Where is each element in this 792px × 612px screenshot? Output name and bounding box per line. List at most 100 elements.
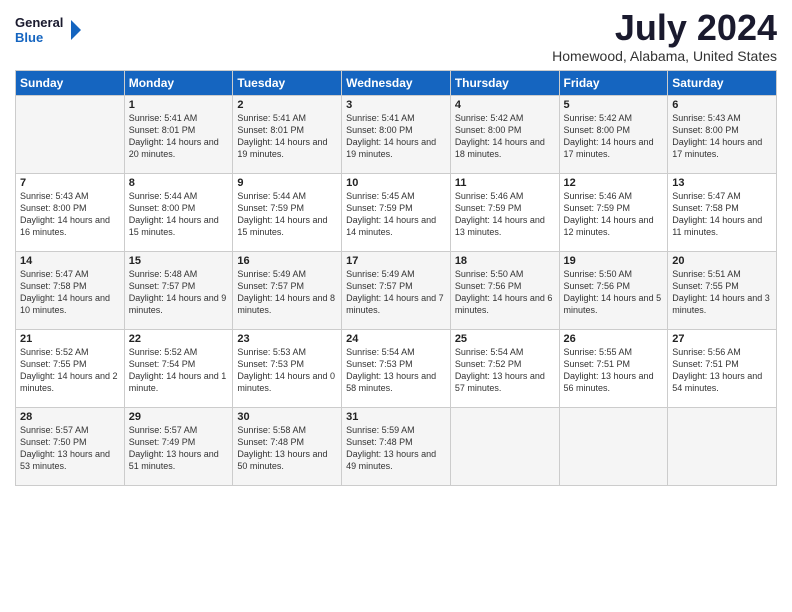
day-number: 23 — [237, 333, 337, 345]
cell-content: Sunrise: 5:44 AMSunset: 7:59 PMDaylight:… — [237, 190, 337, 239]
table-cell: 18 Sunrise: 5:50 AMSunset: 7:56 PMDaylig… — [450, 252, 559, 330]
day-number: 6 — [672, 99, 772, 111]
cell-content: Sunrise: 5:49 AMSunset: 7:57 PMDaylight:… — [237, 268, 337, 317]
cell-content: Sunrise: 5:46 AMSunset: 7:59 PMDaylight:… — [455, 190, 555, 239]
col-monday: Monday — [124, 71, 233, 96]
day-number: 31 — [346, 411, 446, 423]
cell-content: Sunrise: 5:51 AMSunset: 7:55 PMDaylight:… — [672, 268, 772, 317]
cell-content: Sunrise: 5:43 AMSunset: 8:00 PMDaylight:… — [20, 190, 120, 239]
table-cell: 3 Sunrise: 5:41 AMSunset: 8:00 PMDayligh… — [342, 96, 451, 174]
col-tuesday: Tuesday — [233, 71, 342, 96]
cell-content: Sunrise: 5:45 AMSunset: 7:59 PMDaylight:… — [346, 190, 446, 239]
day-number: 15 — [129, 255, 229, 267]
day-number: 20 — [672, 255, 772, 267]
table-cell: 16 Sunrise: 5:49 AMSunset: 7:57 PMDaylig… — [233, 252, 342, 330]
cell-content: Sunrise: 5:42 AMSunset: 8:00 PMDaylight:… — [455, 112, 555, 161]
day-number: 8 — [129, 177, 229, 189]
logo: General Blue — [15, 10, 85, 50]
table-cell: 26 Sunrise: 5:55 AMSunset: 7:51 PMDaylig… — [559, 330, 668, 408]
cell-content: Sunrise: 5:46 AMSunset: 7:59 PMDaylight:… — [564, 190, 664, 239]
cell-content: Sunrise: 5:58 AMSunset: 7:48 PMDaylight:… — [237, 424, 337, 473]
table-row: 21 Sunrise: 5:52 AMSunset: 7:55 PMDaylig… — [16, 330, 777, 408]
cell-content: Sunrise: 5:41 AMSunset: 8:01 PMDaylight:… — [129, 112, 229, 161]
day-number: 3 — [346, 99, 446, 111]
table-cell: 21 Sunrise: 5:52 AMSunset: 7:55 PMDaylig… — [16, 330, 125, 408]
day-number: 1 — [129, 99, 229, 111]
day-number: 29 — [129, 411, 229, 423]
table-cell: 5 Sunrise: 5:42 AMSunset: 8:00 PMDayligh… — [559, 96, 668, 174]
table-row: 7 Sunrise: 5:43 AMSunset: 8:00 PMDayligh… — [16, 174, 777, 252]
cell-content: Sunrise: 5:57 AMSunset: 7:50 PMDaylight:… — [20, 424, 120, 473]
cell-content: Sunrise: 5:56 AMSunset: 7:51 PMDaylight:… — [672, 346, 772, 395]
table-cell: 7 Sunrise: 5:43 AMSunset: 8:00 PMDayligh… — [16, 174, 125, 252]
table-cell: 22 Sunrise: 5:52 AMSunset: 7:54 PMDaylig… — [124, 330, 233, 408]
table-cell: 31 Sunrise: 5:59 AMSunset: 7:48 PMDaylig… — [342, 408, 451, 486]
table-cell: 10 Sunrise: 5:45 AMSunset: 7:59 PMDaylig… — [342, 174, 451, 252]
table-cell: 13 Sunrise: 5:47 AMSunset: 7:58 PMDaylig… — [668, 174, 777, 252]
cell-content: Sunrise: 5:57 AMSunset: 7:49 PMDaylight:… — [129, 424, 229, 473]
day-number: 13 — [672, 177, 772, 189]
cell-content: Sunrise: 5:50 AMSunset: 7:56 PMDaylight:… — [564, 268, 664, 317]
col-thursday: Thursday — [450, 71, 559, 96]
cell-content: Sunrise: 5:50 AMSunset: 7:56 PMDaylight:… — [455, 268, 555, 317]
table-cell — [668, 408, 777, 486]
day-number: 10 — [346, 177, 446, 189]
cell-content: Sunrise: 5:52 AMSunset: 7:55 PMDaylight:… — [20, 346, 120, 395]
cell-content: Sunrise: 5:55 AMSunset: 7:51 PMDaylight:… — [564, 346, 664, 395]
day-number: 22 — [129, 333, 229, 345]
table-cell — [450, 408, 559, 486]
table-cell: 17 Sunrise: 5:49 AMSunset: 7:57 PMDaylig… — [342, 252, 451, 330]
day-number: 18 — [455, 255, 555, 267]
day-number: 4 — [455, 99, 555, 111]
cell-content: Sunrise: 5:49 AMSunset: 7:57 PMDaylight:… — [346, 268, 446, 317]
day-number: 12 — [564, 177, 664, 189]
day-number: 9 — [237, 177, 337, 189]
location: Homewood, Alabama, United States — [552, 48, 777, 64]
day-number: 2 — [237, 99, 337, 111]
table-cell: 28 Sunrise: 5:57 AMSunset: 7:50 PMDaylig… — [16, 408, 125, 486]
table-cell: 8 Sunrise: 5:44 AMSunset: 8:00 PMDayligh… — [124, 174, 233, 252]
day-number: 11 — [455, 177, 555, 189]
cell-content: Sunrise: 5:53 AMSunset: 7:53 PMDaylight:… — [237, 346, 337, 395]
table-cell: 19 Sunrise: 5:50 AMSunset: 7:56 PMDaylig… — [559, 252, 668, 330]
cell-content: Sunrise: 5:44 AMSunset: 8:00 PMDaylight:… — [129, 190, 229, 239]
title-block: July 2024 Homewood, Alabama, United Stat… — [552, 10, 777, 64]
table-cell — [16, 96, 125, 174]
day-number: 30 — [237, 411, 337, 423]
day-number: 7 — [20, 177, 120, 189]
month-year: July 2024 — [552, 10, 777, 46]
cell-content: Sunrise: 5:54 AMSunset: 7:53 PMDaylight:… — [346, 346, 446, 395]
table-cell: 25 Sunrise: 5:54 AMSunset: 7:52 PMDaylig… — [450, 330, 559, 408]
day-number: 14 — [20, 255, 120, 267]
table-cell: 23 Sunrise: 5:53 AMSunset: 7:53 PMDaylig… — [233, 330, 342, 408]
table-cell: 6 Sunrise: 5:43 AMSunset: 8:00 PMDayligh… — [668, 96, 777, 174]
col-sunday: Sunday — [16, 71, 125, 96]
day-number: 16 — [237, 255, 337, 267]
header-row: Sunday Monday Tuesday Wednesday Thursday… — [16, 71, 777, 96]
day-number: 19 — [564, 255, 664, 267]
table-cell: 20 Sunrise: 5:51 AMSunset: 7:55 PMDaylig… — [668, 252, 777, 330]
svg-text:Blue: Blue — [15, 30, 43, 45]
cell-content: Sunrise: 5:43 AMSunset: 8:00 PMDaylight:… — [672, 112, 772, 161]
table-cell: 1 Sunrise: 5:41 AMSunset: 8:01 PMDayligh… — [124, 96, 233, 174]
table-cell: 11 Sunrise: 5:46 AMSunset: 7:59 PMDaylig… — [450, 174, 559, 252]
cell-content: Sunrise: 5:42 AMSunset: 8:00 PMDaylight:… — [564, 112, 664, 161]
table-cell: 27 Sunrise: 5:56 AMSunset: 7:51 PMDaylig… — [668, 330, 777, 408]
cell-content: Sunrise: 5:41 AMSunset: 8:00 PMDaylight:… — [346, 112, 446, 161]
day-number: 21 — [20, 333, 120, 345]
day-number: 5 — [564, 99, 664, 111]
day-number: 24 — [346, 333, 446, 345]
table-cell: 30 Sunrise: 5:58 AMSunset: 7:48 PMDaylig… — [233, 408, 342, 486]
table-cell: 14 Sunrise: 5:47 AMSunset: 7:58 PMDaylig… — [16, 252, 125, 330]
col-friday: Friday — [559, 71, 668, 96]
cell-content: Sunrise: 5:54 AMSunset: 7:52 PMDaylight:… — [455, 346, 555, 395]
cell-content: Sunrise: 5:59 AMSunset: 7:48 PMDaylight:… — [346, 424, 446, 473]
table-cell: 15 Sunrise: 5:48 AMSunset: 7:57 PMDaylig… — [124, 252, 233, 330]
table-cell: 29 Sunrise: 5:57 AMSunset: 7:49 PMDaylig… — [124, 408, 233, 486]
day-number: 17 — [346, 255, 446, 267]
col-saturday: Saturday — [668, 71, 777, 96]
day-number: 28 — [20, 411, 120, 423]
day-number: 27 — [672, 333, 772, 345]
day-number: 26 — [564, 333, 664, 345]
svg-text:General: General — [15, 15, 63, 30]
